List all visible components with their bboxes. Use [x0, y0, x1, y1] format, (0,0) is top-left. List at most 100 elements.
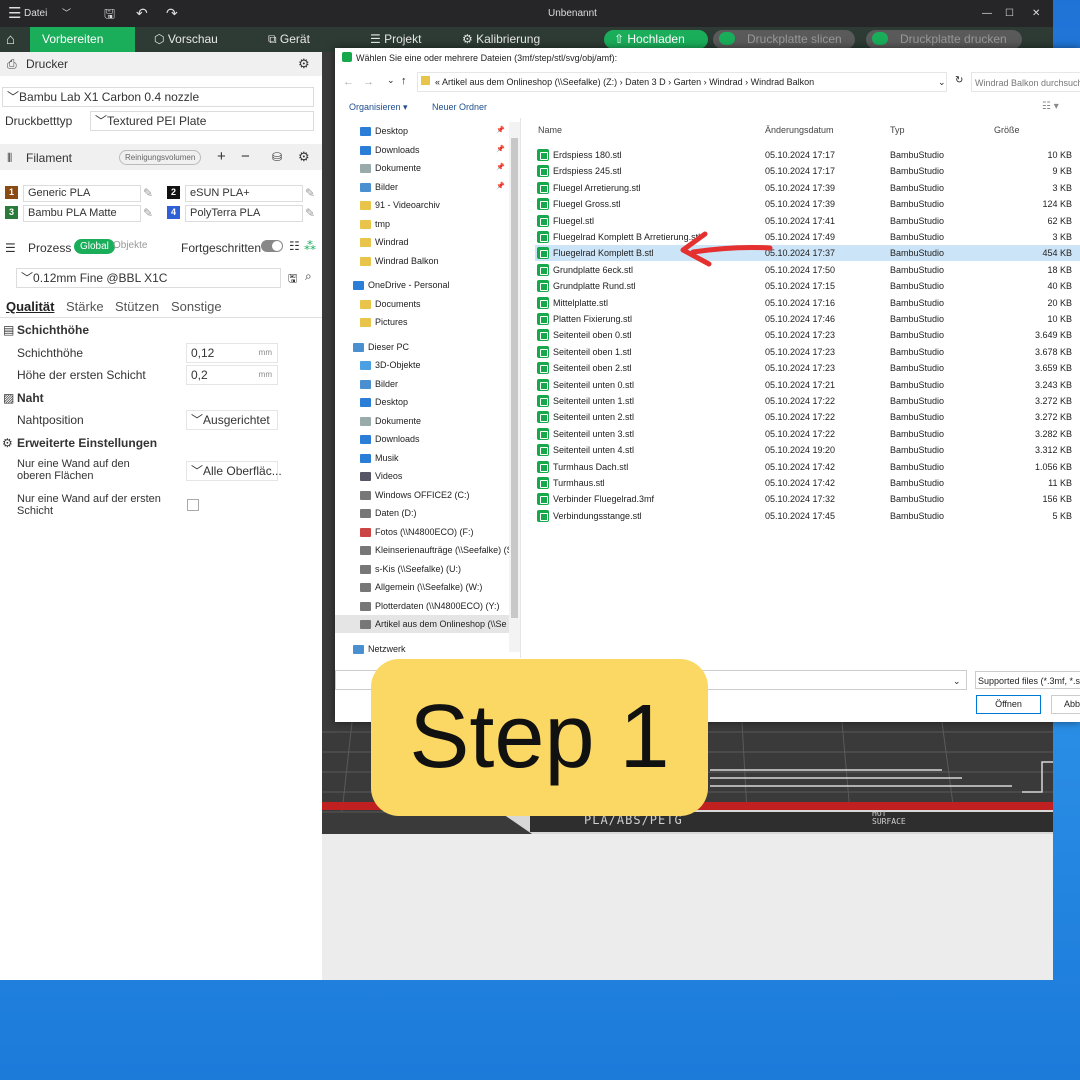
- nav-item[interactable]: 3D-Objekte: [360, 356, 421, 374]
- print-plate-button[interactable]: Druckplatte drucken: [866, 30, 1022, 49]
- breadcrumb-item[interactable]: Artikel aus dem Onlineshop (\\Seefalke) …: [442, 77, 617, 87]
- file-row[interactable]: Turmhaus Dach.stl 05.10.2024 17:42 BambuSt…: [535, 459, 1080, 475]
- nav-item[interactable]: Kleinserienaufträge (\\Seefalke) (S: [360, 541, 513, 559]
- chevron-down-icon[interactable]: ⌄: [938, 77, 946, 88]
- nav-item[interactable]: Documents: [360, 295, 421, 313]
- new-folder-button[interactable]: Neuer Ordner: [432, 102, 487, 112]
- tab-other[interactable]: Sonstige: [171, 299, 222, 314]
- nav-scrollbar[interactable]: [509, 122, 520, 652]
- pin-icon[interactable]: 📌: [496, 178, 505, 196]
- nav-item[interactable]: Videos: [360, 467, 402, 485]
- close-button[interactable]: ✕: [1032, 0, 1040, 27]
- file-row[interactable]: Fluegel Gross.stl 05.10.2024 17:39 BambuSt…: [535, 196, 1080, 212]
- file-type-select[interactable]: Supported files (*.3mf, *.s: [975, 671, 1080, 689]
- edit-icon[interactable]: ✎: [305, 186, 315, 200]
- nav-item[interactable]: Dieser PC: [353, 338, 409, 356]
- cancel-button[interactable]: Abb: [1051, 695, 1080, 714]
- tab-strength[interactable]: Stärke: [66, 299, 104, 314]
- filament-select[interactable]: Generic PLA: [23, 185, 141, 202]
- file-row[interactable]: Fluegelrad Komplett B.stl 05.10.2024 17:3…: [535, 245, 1080, 262]
- file-row[interactable]: Seitenteil unten 2.stl 05.10.2024 17:22 Ba…: [535, 409, 1080, 425]
- nav-item[interactable]: Windrad Balkon: [360, 252, 439, 270]
- file-row[interactable]: Erdspiess 245.stl 05.10.2024 17:17 BambuSt…: [535, 163, 1080, 179]
- file-row[interactable]: Seitenteil unten 0.stl 05.10.2024 17:21 Ba…: [535, 377, 1080, 393]
- add-filament-button[interactable]: +: [217, 148, 226, 165]
- nav-item[interactable]: OneDrive - Personal: [353, 276, 450, 294]
- search-input[interactable]: Windrad Balkon durchsuchen: [971, 72, 1080, 92]
- filament-select[interactable]: PolyTerra PLA: [185, 205, 303, 222]
- column-size[interactable]: Größe: [994, 125, 1020, 135]
- file-menu[interactable]: Datei: [24, 0, 47, 27]
- pin-icon[interactable]: 📌: [496, 141, 505, 159]
- advanced-switch[interactable]: [261, 240, 283, 252]
- filament-color-swatch[interactable]: 4: [167, 206, 180, 219]
- filament-color-swatch[interactable]: 3: [5, 206, 18, 219]
- nav-item[interactable]: Musik: [360, 449, 399, 467]
- back-button[interactable]: ←: [343, 76, 354, 88]
- file-row[interactable]: Fluegel.stl 05.10.2024 17:41 BambuStudio 62…: [535, 213, 1080, 229]
- seam-position-select[interactable]: ﹀Ausgerichtet: [186, 410, 278, 430]
- filament-select[interactable]: eSUN PLA+: [185, 185, 303, 202]
- nav-item[interactable]: Daten (D:): [360, 504, 417, 522]
- upload-button[interactable]: ⇧ Hochladen: [604, 30, 708, 49]
- filament-color-swatch[interactable]: 2: [167, 186, 180, 199]
- sync-icon[interactable]: ⛁: [272, 150, 282, 164]
- tab-device[interactable]: ⧉ Gerät: [268, 27, 310, 52]
- tab-quality[interactable]: Qualität: [6, 299, 54, 314]
- file-row[interactable]: Seitenteil oben 2.stl 05.10.2024 17:23 Bam…: [535, 360, 1080, 376]
- file-row[interactable]: Seitenteil unten 1.stl 05.10.2024 17:22 Ba…: [535, 393, 1080, 409]
- overflow-icon[interactable]: «: [435, 77, 442, 87]
- redo-icon[interactable]: ↷: [166, 0, 178, 27]
- purge-volume-button[interactable]: Reinigungsvolumen: [119, 150, 202, 165]
- save-icon[interactable]: 🖫: [104, 0, 115, 27]
- process-preset-select[interactable]: ﹀0.12mm Fine @BBL X1C: [16, 268, 281, 288]
- tab-preview[interactable]: ⬡ Vorschau: [154, 27, 218, 52]
- printer-select[interactable]: ﹀Bambu Lab X1 Carbon 0.4 nozzle: [2, 87, 314, 107]
- save-preset-icon[interactable]: 🖫: [288, 270, 297, 289]
- nav-item[interactable]: Artikel aus dem Onlineshop (\\Se: [335, 615, 509, 633]
- pin-icon[interactable]: 📌: [496, 159, 505, 177]
- filament-color-swatch[interactable]: 1: [5, 186, 18, 199]
- file-row[interactable]: Seitenteil unten 4.stl 05.10.2024 19:20 Ba…: [535, 442, 1080, 458]
- recent-dropdown[interactable]: ⌄: [387, 75, 395, 86]
- nav-item[interactable]: Plotterdaten (\\N4800ECO) (Y:): [360, 597, 500, 615]
- file-row[interactable]: Seitenteil unten 3.stl 05.10.2024 17:22 Ba…: [535, 426, 1080, 442]
- edit-icon[interactable]: ✎: [143, 206, 153, 220]
- nav-item[interactable]: Bilder: [360, 375, 398, 393]
- refresh-icon[interactable]: ↻: [955, 75, 963, 86]
- nav-item[interactable]: Dokumente 📌: [360, 159, 505, 177]
- slice-plate-button[interactable]: Druckplatte slicen: [713, 30, 855, 49]
- file-row[interactable]: Grundplatte Rund.stl 05.10.2024 17:15 Bamb…: [535, 278, 1080, 294]
- layer-height-input[interactable]: 0,12 mm: [186, 343, 278, 363]
- file-row[interactable]: Turmhaus.stl 05.10.2024 17:42 BambuStudio 1…: [535, 475, 1080, 491]
- hamburger-icon[interactable]: ☰: [8, 0, 21, 27]
- open-button[interactable]: Öffnen: [976, 695, 1041, 714]
- edit-icon[interactable]: ✎: [305, 206, 315, 220]
- home-icon[interactable]: ⌂: [6, 27, 15, 52]
- maximize-button[interactable]: ☐: [1005, 0, 1014, 27]
- pin-icon[interactable]: 📌: [496, 122, 505, 140]
- column-name[interactable]: Name: [538, 125, 562, 135]
- nav-item[interactable]: Windows OFFICE2 (C:): [360, 486, 470, 504]
- file-row[interactable]: Seitenteil oben 0.stl 05.10.2024 17:23 Bam…: [535, 327, 1080, 343]
- nav-item[interactable]: Dokumente: [360, 412, 421, 430]
- one-wall-top-select[interactable]: ﹀Alle Oberfläc...: [186, 461, 282, 481]
- nav-item[interactable]: Bilder 📌: [360, 178, 505, 196]
- file-row[interactable]: Fluegel Arretierung.stl 05.10.2024 17:39 B…: [535, 180, 1080, 196]
- nav-item[interactable]: Fotos (\\N4800ECO) (F:): [360, 523, 474, 541]
- undo-icon[interactable]: ↶: [136, 0, 148, 27]
- nav-item[interactable]: tmp: [360, 215, 390, 233]
- file-row[interactable]: Erdspiess 180.stl 05.10.2024 17:17 BambuSt…: [535, 147, 1080, 163]
- chevron-down-icon[interactable]: ﹀: [62, 0, 71, 27]
- nav-item[interactable]: 91 - Videoarchiv: [360, 196, 440, 214]
- file-row[interactable]: Grundplatte 6eck.stl 05.10.2024 17:50 Bamb…: [535, 262, 1080, 278]
- file-row[interactable]: Platten Fixierung.stl 05.10.2024 17:46 Bam…: [535, 311, 1080, 327]
- column-type[interactable]: Typ: [890, 125, 905, 135]
- nav-item[interactable]: Downloads: [360, 430, 420, 448]
- remove-filament-button[interactable]: −: [241, 148, 250, 165]
- one-wall-first-checkbox[interactable]: [187, 499, 199, 511]
- nav-item[interactable]: Netzwerk: [353, 640, 406, 658]
- first-layer-input[interactable]: 0,2 mm: [186, 365, 278, 385]
- file-row[interactable]: Verbindungsstange.stl 05.10.2024 17:45 Bam…: [535, 508, 1080, 524]
- breadcrumb-item[interactable]: Daten 3 D: [625, 77, 666, 87]
